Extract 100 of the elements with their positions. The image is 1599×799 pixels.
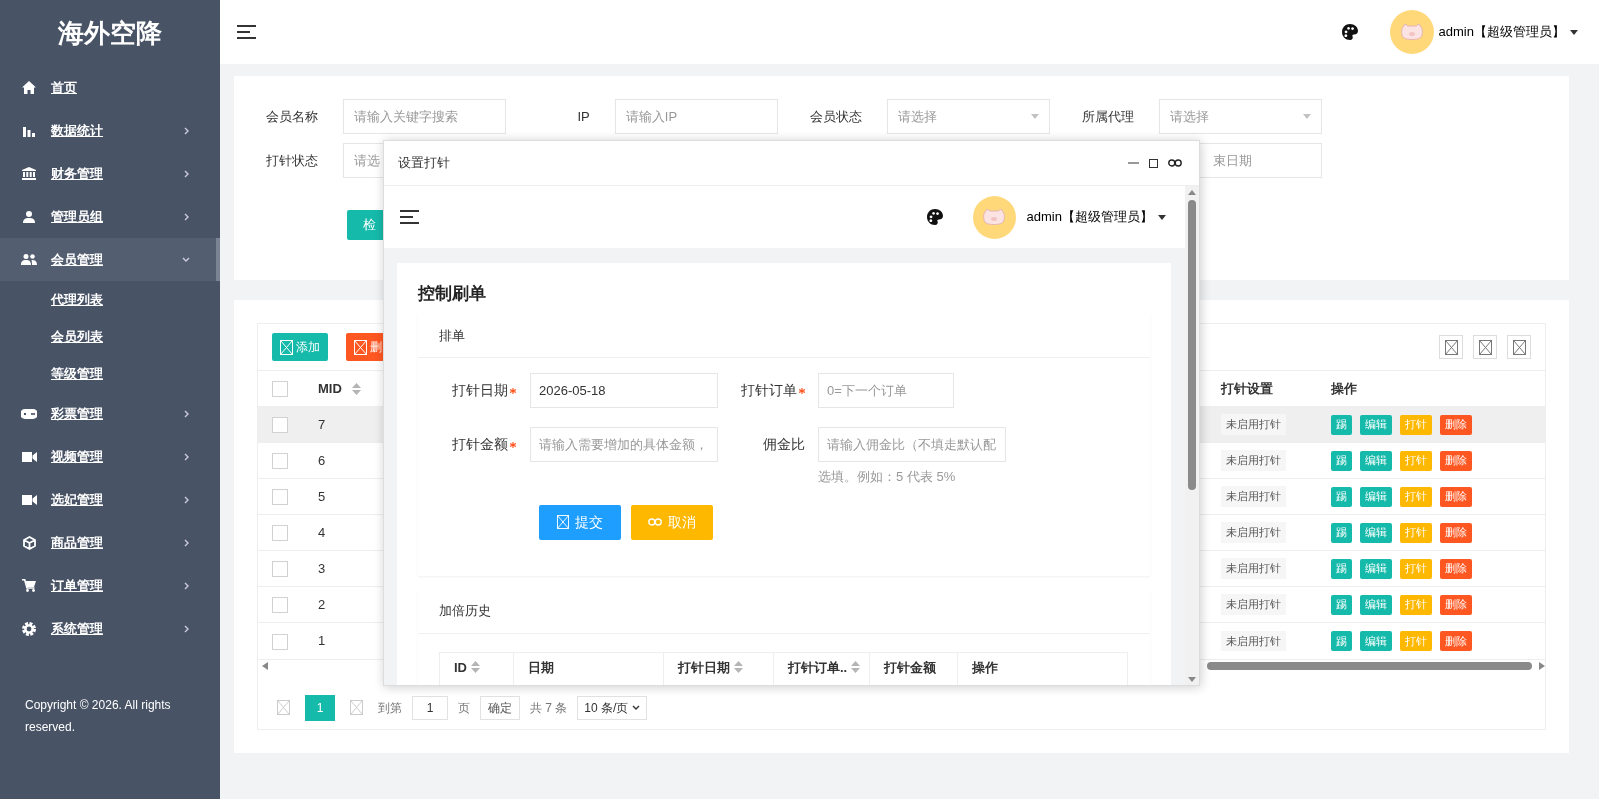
crossed-box-icon [557, 515, 569, 529]
submenu-item[interactable]: 代理列表 [0, 281, 220, 318]
table-cell: 6 [318, 452, 326, 468]
user-menu[interactable]: admin【超级管理员】 [1021, 207, 1171, 227]
table-cell: 3 [318, 560, 326, 576]
action-button[interactable]: 编辑 [1360, 558, 1392, 579]
crossed-box-icon [354, 339, 367, 355]
input-field[interactable]: 请输入需要增加的具体金额， [530, 427, 718, 462]
action-button[interactable]: 删除 [1440, 594, 1472, 615]
tool-button[interactable] [1439, 335, 1463, 359]
help-text: 选填。例如：5 代表 5% [818, 468, 957, 486]
sidebar-item[interactable]: 财务管理 [0, 152, 220, 195]
action-button[interactable]: 删除 [1440, 522, 1472, 543]
chevron-right-icon [184, 409, 190, 418]
input-field[interactable]: 2026-05-18 [530, 373, 718, 408]
action-button[interactable]: 踢 [1331, 558, 1352, 579]
placeholder-text: 请选 [353, 151, 380, 170]
select-field[interactable]: 请选择 [886, 99, 1050, 134]
input-field[interactable]: 请输入IP [614, 99, 778, 134]
action-button[interactable]: 编辑 [1360, 414, 1392, 435]
cancel-button[interactable]: 取消 [631, 504, 713, 540]
toolbar-button[interactable]: 添加 [272, 333, 328, 361]
page-size-select[interactable]: 10 条/页 [577, 695, 648, 720]
vertical-scrollbar[interactable] [1185, 186, 1199, 685]
checkbox[interactable] [272, 381, 288, 398]
checkbox[interactable] [272, 597, 288, 614]
double-loop-icon [1168, 159, 1182, 167]
item-label: 财务管理 [51, 164, 103, 183]
action-button[interactable]: 打针 [1400, 486, 1432, 507]
goto-label: 到第 [378, 699, 402, 717]
person-icon [23, 210, 35, 223]
confirm-button[interactable]: 确定 [480, 695, 520, 720]
action-button[interactable]: 打针 [1400, 450, 1432, 471]
sidebar-item[interactable]: 系统管理 [0, 607, 220, 650]
table-cell: 4 [318, 524, 326, 540]
menu-button[interactable] [400, 207, 419, 227]
action-button[interactable]: 编辑 [1360, 630, 1392, 651]
checkbox[interactable] [272, 561, 288, 578]
field-label: 会员名称 [264, 107, 319, 126]
user-menu[interactable]: admin【超级管理员】 [1433, 22, 1583, 42]
chevron-right-icon [184, 126, 190, 135]
page-unit-label: 页 [458, 699, 470, 717]
action-button[interactable]: 打针 [1400, 522, 1432, 543]
checkbox[interactable] [272, 489, 288, 506]
checkbox[interactable] [272, 525, 288, 542]
section-title: 排单 [418, 314, 1150, 358]
action-button[interactable]: 踢 [1331, 414, 1352, 435]
action-button[interactable]: 编辑 [1360, 522, 1392, 543]
action-button[interactable]: 编辑 [1360, 450, 1392, 471]
chevron-right-icon [184, 452, 190, 461]
action-button[interactable]: 打针 [1400, 414, 1432, 435]
action-button[interactable]: 删除 [1440, 486, 1472, 507]
field-label: 打针状态 [264, 151, 319, 170]
action-button[interactable]: 打针 [1400, 558, 1432, 579]
status-label: 未启用打针 [1221, 414, 1286, 435]
action-button[interactable]: 踢 [1331, 450, 1352, 471]
caret-icon [1570, 29, 1578, 35]
action-button[interactable]: 编辑 [1360, 594, 1392, 615]
palette-icon [926, 209, 943, 225]
action-button[interactable]: 删除 [1440, 450, 1472, 471]
table-cell: 1 [318, 633, 326, 648]
column-header: 日期 [528, 658, 554, 677]
checkbox[interactable] [272, 633, 288, 650]
action-button[interactable]: 打针 [1400, 630, 1432, 651]
action-button[interactable]: 踢 [1331, 594, 1352, 615]
status-label: 未启用打针 [1221, 594, 1286, 615]
input-field[interactable]: 请输入关键字搜索 [342, 99, 506, 134]
bar-chart-icon [23, 124, 35, 137]
total-count: 共 7 条 [530, 699, 568, 717]
required-icon [799, 387, 805, 394]
checkbox[interactable] [272, 417, 288, 434]
column-header: ID [454, 658, 467, 677]
action-button[interactable]: 踢 [1331, 630, 1352, 651]
minimize-icon [1128, 162, 1139, 164]
sidebar-item[interactable]: 订单管理 [0, 564, 220, 607]
input-field[interactable]: 请输入佣金比（不填走默认配 [818, 427, 1006, 462]
pig-drawing [982, 209, 1007, 225]
checkbox[interactable] [272, 453, 288, 470]
tool-button[interactable] [1507, 335, 1531, 359]
action-button[interactable]: 删除 [1440, 630, 1472, 651]
submenu-item[interactable]: 会员列表 [0, 318, 220, 355]
action-button[interactable]: 打针 [1400, 594, 1432, 615]
submenu-item[interactable]: 等级管理 [0, 355, 220, 392]
page-input[interactable]: 1 [412, 695, 448, 720]
menu-button[interactable] [237, 22, 256, 42]
item-label: 系统管理 [51, 619, 103, 638]
tool-button[interactable] [1473, 335, 1497, 359]
chevron-right-icon [184, 495, 190, 504]
settings-icon [22, 621, 36, 636]
chevron-right-icon [184, 581, 190, 590]
page-button[interactable]: 1 [305, 694, 335, 721]
action-button[interactable]: 踢 [1331, 522, 1352, 543]
action-button[interactable]: 删除 [1440, 558, 1472, 579]
submit-button[interactable]: 提交 [539, 504, 621, 540]
column-header: 打针日期 [678, 658, 730, 677]
action-button[interactable]: 编辑 [1360, 486, 1392, 507]
action-button[interactable]: 删除 [1440, 414, 1472, 435]
action-button[interactable]: 踢 [1331, 486, 1352, 507]
status-label: 未启用打针 [1221, 558, 1286, 579]
select-field[interactable]: 请选择 [1158, 99, 1322, 134]
